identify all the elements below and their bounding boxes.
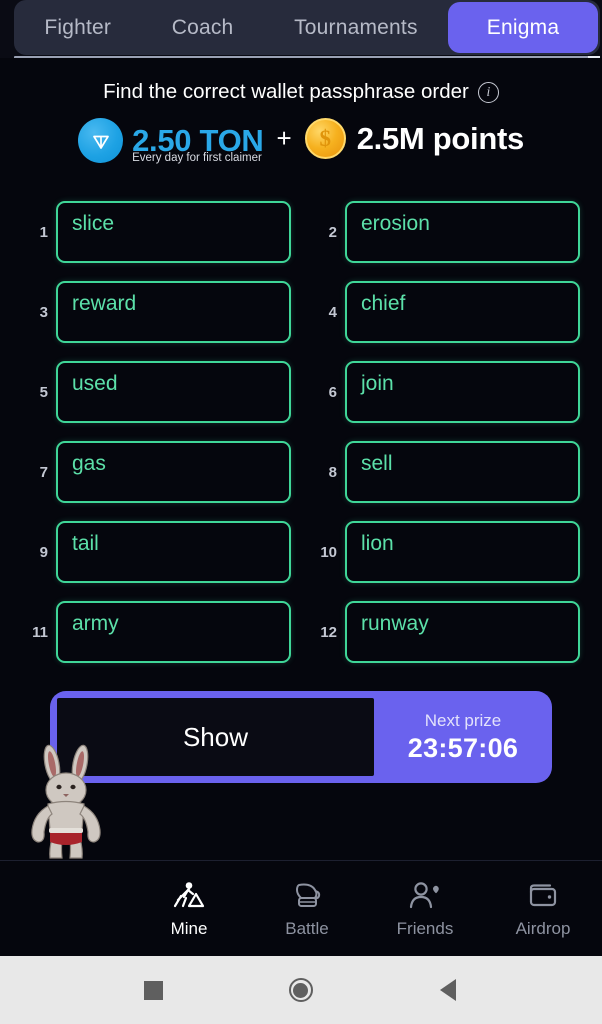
nav-item-airdrop[interactable]: Airdrop — [484, 878, 602, 939]
word-cell-7: 7 gas — [22, 441, 291, 503]
word-box-5[interactable]: used — [56, 361, 291, 423]
next-prize-countdown: 23:57:06 — [407, 732, 519, 763]
word-box-10[interactable]: lion — [345, 521, 580, 583]
word-box-2[interactable]: erosion — [345, 201, 580, 263]
tab-coach[interactable]: Coach — [141, 0, 263, 55]
word-index-9: 9 — [39, 543, 48, 561]
word-cell-10: 10 lion — [311, 521, 580, 583]
android-system-nav — [0, 956, 602, 1024]
main-content: Find the correct wallet passphrase order… — [0, 58, 602, 860]
passphrase-word-grid: 1 slice 2 erosion 3 reward 4 chief 5 use… — [22, 201, 580, 663]
tab-tournaments-label: Tournaments — [294, 15, 418, 39]
word-index-1: 1 — [39, 223, 48, 241]
next-prize-label: Next prize — [424, 710, 502, 730]
nav-item-battle[interactable]: Battle — [248, 878, 366, 939]
bottom-navigation: Mine Battle Friends Airdrop — [0, 860, 602, 956]
home-circle-icon[interactable] — [286, 975, 316, 1005]
word-box-4[interactable]: chief — [345, 281, 580, 343]
tab-fighter[interactable]: Fighter — [14, 0, 141, 55]
action-bar: Show Next prize 23:57:06 — [50, 691, 552, 783]
word-index-7: 7 — [39, 463, 48, 481]
word-cell-4: 4 chief — [311, 281, 580, 343]
top-tab-bar: Fighter Coach Tournaments Enigma — [14, 0, 600, 55]
info-icon[interactable]: i — [477, 81, 499, 103]
nav-label-friends: Friends — [396, 919, 454, 938]
nav-item-mine[interactable]: Mine — [130, 878, 248, 939]
word-box-3[interactable]: reward — [56, 281, 291, 343]
recents-square-icon[interactable] — [139, 975, 169, 1005]
word-cell-9: 9 tail — [22, 521, 291, 583]
page-title: Find the correct wallet passphrase order — [103, 80, 469, 103]
word-box-8[interactable]: sell — [345, 441, 580, 503]
word-cell-6: 6 join — [311, 361, 580, 423]
app-root: Fighter Coach Tournaments Enigma Find th… — [0, 0, 602, 1024]
tab-coach-label: Coach — [171, 15, 234, 39]
ton-coin-icon — [78, 118, 124, 163]
word-box-11[interactable]: army — [56, 601, 291, 663]
word-box-12[interactable]: runway — [345, 601, 580, 663]
word-index-10: 10 — [320, 543, 337, 561]
wallet-icon — [524, 878, 562, 914]
word-index-6: 6 — [328, 383, 337, 401]
word-cell-3: 3 reward — [22, 281, 291, 343]
boxing-glove-icon — [288, 878, 326, 914]
word-cell-5: 5 used — [22, 361, 291, 423]
ton-prize-block: 2.50 TON Every day for first claimer — [78, 118, 264, 164]
show-button[interactable]: Show — [57, 698, 374, 776]
points-prize-block: $ 2.5M points — [304, 118, 525, 159]
tab-enigma[interactable]: Enigma — [448, 2, 598, 53]
back-triangle-icon[interactable] — [433, 975, 463, 1005]
ton-subtitle: Every day for first claimer — [132, 152, 262, 164]
next-prize-timer: Next prize 23:57:06 — [374, 691, 552, 783]
word-cell-1: 1 slice — [22, 201, 291, 263]
word-index-11: 11 — [32, 623, 48, 641]
word-index-12: 12 — [320, 623, 337, 641]
word-cell-11: 11 army — [22, 601, 291, 663]
word-box-1[interactable]: slice — [56, 201, 291, 263]
nav-label-airdrop: Airdrop — [515, 919, 571, 938]
nav-item-friends[interactable]: Friends — [366, 878, 484, 939]
prize-separator: + — [276, 123, 292, 153]
prize-summary: 2.50 TON Every day for first claimer + $… — [0, 118, 602, 164]
tab-enigma-label: Enigma — [486, 15, 560, 39]
word-cell-8: 8 sell — [311, 441, 580, 503]
nav-label-mine: Mine — [170, 919, 208, 938]
tab-fighter-label: Fighter — [44, 15, 112, 39]
nav-label-battle: Battle — [285, 919, 329, 938]
word-cell-2: 2 erosion — [311, 201, 580, 263]
page-title-row: Find the correct wallet passphrase order… — [0, 80, 602, 104]
dollar-coin-icon: $ — [304, 118, 346, 159]
person-heart-icon — [406, 878, 444, 914]
word-box-9[interactable]: tail — [56, 521, 291, 583]
word-box-7[interactable]: gas — [56, 441, 291, 503]
word-index-3: 3 — [39, 303, 48, 321]
word-index-8: 8 — [328, 463, 337, 481]
word-index-2: 2 — [328, 223, 337, 241]
points-amount: 2.5M points — [356, 121, 525, 156]
word-index-4: 4 — [328, 303, 337, 321]
tab-tournaments[interactable]: Tournaments — [264, 0, 448, 55]
word-box-6[interactable]: join — [345, 361, 580, 423]
top-tab-bar-container: Fighter Coach Tournaments Enigma — [0, 0, 602, 65]
word-index-5: 5 — [39, 383, 48, 401]
word-cell-12: 12 runway — [311, 601, 580, 663]
miner-pickaxe-icon — [170, 878, 208, 914]
